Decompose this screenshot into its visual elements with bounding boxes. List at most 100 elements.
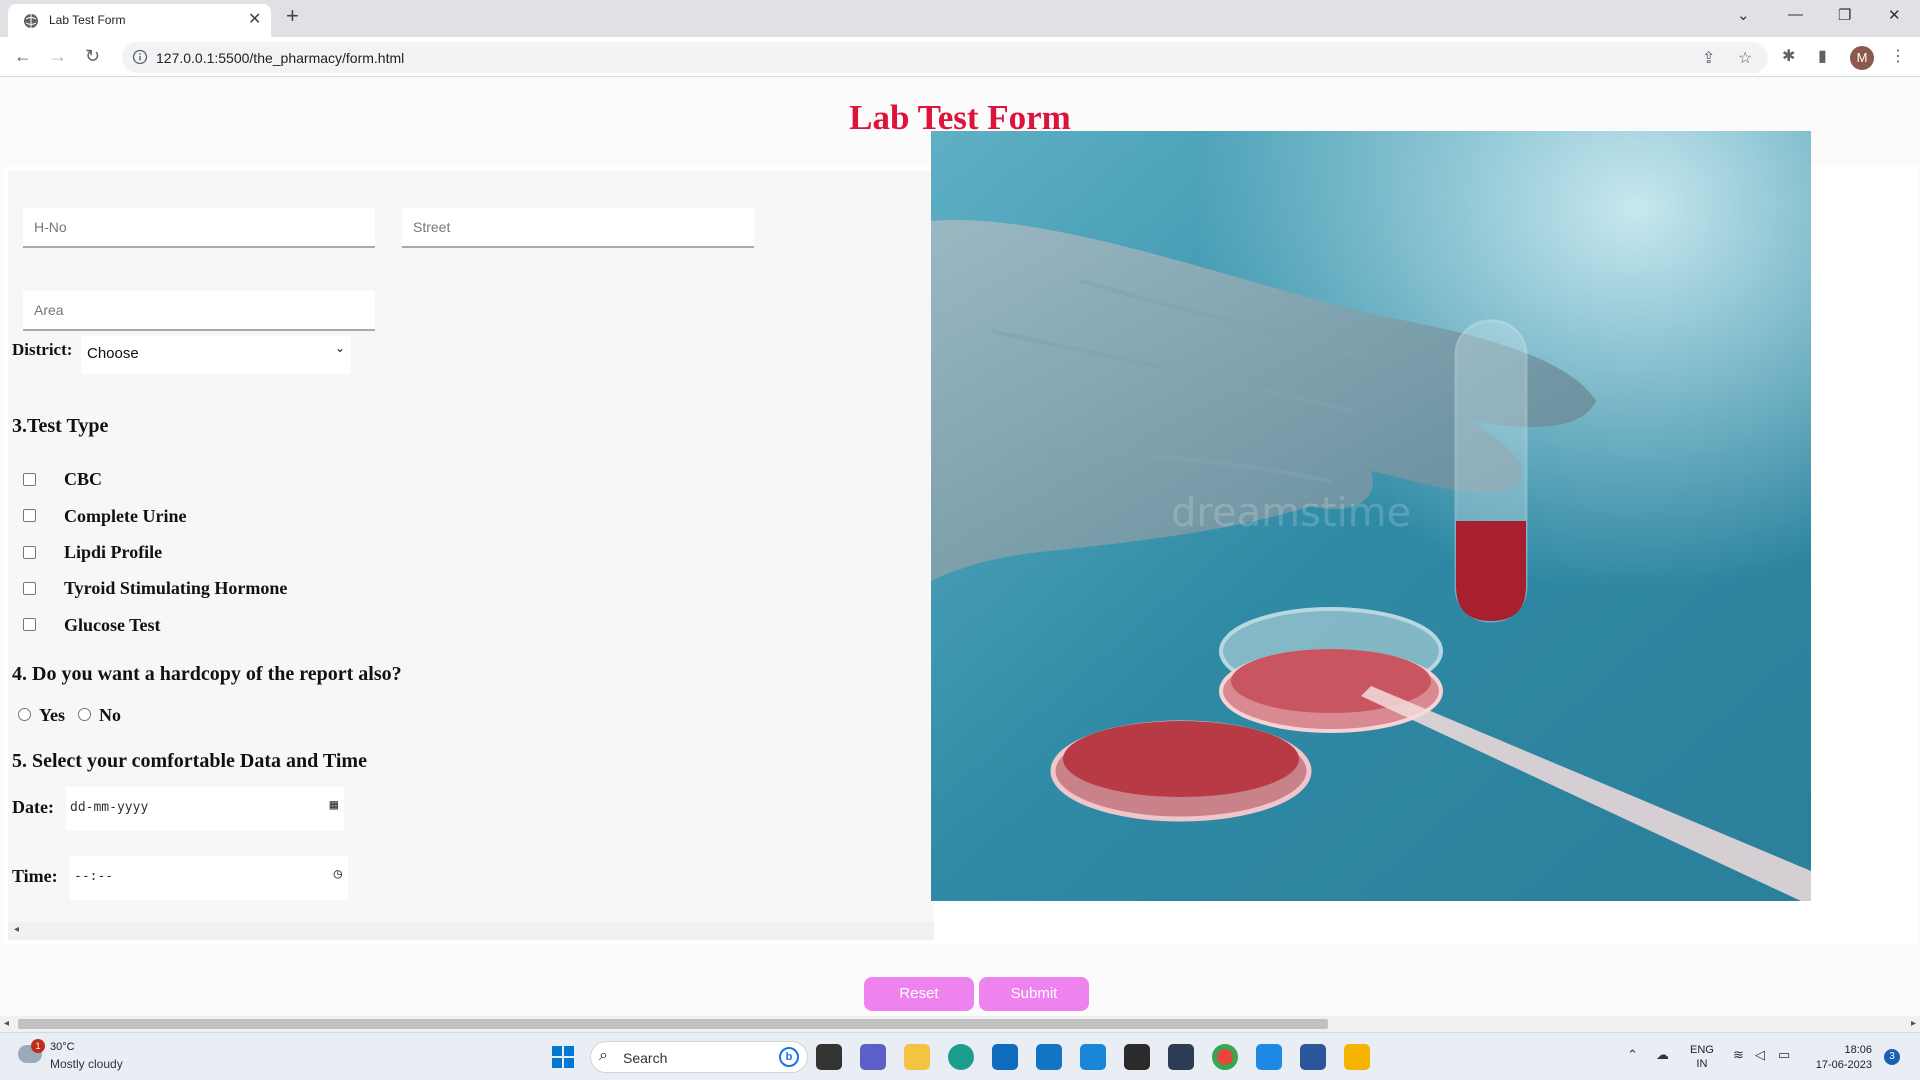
time-input[interactable]: --:-- ◷ — [70, 856, 348, 900]
district-label: District: — [12, 340, 73, 359]
notification-badge[interactable]: 3 — [1884, 1049, 1900, 1065]
language-indicator[interactable]: ENG IN — [1690, 1043, 1714, 1071]
site-info-icon[interactable] — [132, 49, 148, 65]
scroll-left-icon[interactable]: ◂ — [14, 924, 19, 935]
reload-icon[interactable]: ↻ — [85, 46, 100, 67]
vscode-icon[interactable] — [1256, 1044, 1282, 1070]
tab-search-icon[interactable]: ⌄ — [1737, 6, 1750, 24]
hardcopy-yes-label: Yes — [39, 705, 65, 725]
form-left-pane: District: Choose ⌄ 3.Test Type CBC Compl… — [8, 170, 934, 940]
form-horizontal-scrollbar[interactable]: ◂ — [8, 922, 934, 940]
task-view-icon[interactable] — [816, 1044, 842, 1070]
wifi-icon[interactable]: ≋ — [1733, 1047, 1744, 1063]
taskbar-search[interactable]: ⌕ Search b — [590, 1041, 808, 1073]
time-label: Time: — [12, 866, 58, 886]
browser-tab[interactable]: Lab Test Form ✕ — [8, 4, 271, 37]
lab-test-image: dreamstime — [931, 131, 1811, 901]
date-input[interactable]: dd-mm-yyyy ▦ — [66, 787, 344, 831]
lang-code: ENG — [1690, 1044, 1714, 1056]
search-icon: ⌕ — [599, 1047, 608, 1064]
complete-urine-checkbox[interactable] — [23, 509, 36, 522]
volume-icon[interactable]: ◁ — [1755, 1047, 1765, 1063]
back-icon[interactable]: ← — [14, 46, 32, 67]
lipid-profile-label: Lipdi Profile — [64, 542, 163, 562]
tsh-checkbox[interactable] — [23, 582, 36, 595]
time-value: --:-- — [74, 869, 114, 884]
close-tab-icon[interactable]: ✕ — [248, 9, 261, 29]
chevron-up-icon[interactable]: ⌃ — [1627, 1047, 1638, 1063]
page-viewport: Lab Test Form District: Choose ⌄ 3.Test … — [0, 78, 1920, 1016]
search-label: Search — [623, 1050, 668, 1066]
minimize-icon[interactable]: — — [1788, 6, 1803, 23]
zoom-icon[interactable] — [1080, 1044, 1106, 1070]
onedrive-icon[interactable]: ☁ — [1656, 1047, 1669, 1063]
glucose-test-label: Glucose Test — [64, 615, 161, 635]
edge-icon[interactable] — [948, 1044, 974, 1070]
watermark-text: dreamstime — [1171, 490, 1411, 536]
hardcopy-no-radio[interactable] — [78, 708, 91, 721]
address-bar[interactable]: 127.0.0.1:5500/the_pharmacy/form.html ⇪ … — [122, 42, 1768, 73]
terminal-icon[interactable] — [1168, 1044, 1194, 1070]
date-label: Date: — [12, 797, 54, 817]
tab-title: Lab Test Form — [49, 13, 126, 27]
mail-icon[interactable] — [992, 1044, 1018, 1070]
windows-start-icon[interactable] — [550, 1044, 576, 1070]
weather-temp: 30°C — [50, 1041, 75, 1053]
l-app-icon[interactable] — [1036, 1044, 1062, 1070]
page-horizontal-scrollbar[interactable]: ◂ ▸ — [0, 1016, 1920, 1032]
cbc-checkbox[interactable] — [23, 473, 36, 486]
complete-urine-label: Complete Urine — [64, 506, 187, 526]
district-selected: Choose — [87, 345, 139, 362]
chevron-down-icon: ⌄ — [334, 341, 345, 355]
bookmark-star-icon[interactable]: ☆ — [1738, 48, 1752, 68]
restore-icon[interactable]: ❐ — [1838, 6, 1851, 24]
district-select[interactable]: Choose ⌄ — [81, 336, 351, 374]
side-panel-icon[interactable]: ▮ — [1818, 46, 1827, 66]
file-explorer-icon[interactable] — [904, 1044, 930, 1070]
url-text: 127.0.0.1:5500/the_pharmacy/form.html — [156, 50, 405, 66]
close-window-icon[interactable]: ✕ — [1888, 6, 1901, 24]
extensions-icon[interactable]: ✱ — [1782, 46, 1795, 66]
scroll-right-icon[interactable]: ▸ — [1911, 1018, 1916, 1029]
test-type-heading: 3.Test Type — [12, 415, 109, 437]
browser-toolbar: ← → ↻ 127.0.0.1:5500/the_pharmacy/form.h… — [0, 37, 1920, 77]
clock-date: 17-06-2023 — [1815, 1059, 1872, 1071]
street-input[interactable] — [402, 208, 754, 248]
chrome-icon[interactable] — [1212, 1044, 1238, 1070]
weather-badge: 1 — [31, 1039, 45, 1053]
hardcopy-heading: 4. Do you want a hardcopy of the report … — [12, 663, 402, 685]
browser-tab-bar: Lab Test Form ✕ + ⌄ — ❐ ✕ — [0, 0, 1920, 37]
tsh-label: Tyroid Stimulating Hormone — [64, 578, 288, 598]
scroll-left-icon[interactable]: ◂ — [4, 1018, 9, 1029]
profile-avatar[interactable]: M — [1850, 46, 1874, 70]
schedule-heading: 5. Select your comfortable Data and Time — [12, 750, 367, 772]
submit-button[interactable]: Submit — [979, 977, 1089, 1011]
intellij-icon[interactable] — [1124, 1044, 1150, 1070]
app-icon[interactable] — [1344, 1044, 1370, 1070]
new-tab-icon[interactable]: + — [286, 3, 299, 29]
menu-kebab-icon[interactable]: ⋮ — [1890, 46, 1906, 66]
word-icon[interactable] — [1300, 1044, 1326, 1070]
battery-icon[interactable]: ▭ — [1778, 1047, 1790, 1063]
bing-icon[interactable]: b — [779, 1047, 799, 1067]
cbc-label: CBC — [64, 469, 103, 489]
forward-icon[interactable]: → — [49, 46, 67, 67]
hardcopy-yes-radio[interactable] — [18, 708, 31, 721]
glucose-test-checkbox[interactable] — [23, 618, 36, 631]
scrollbar-thumb[interactable] — [18, 1019, 1328, 1029]
date-value: dd-mm-yyyy — [70, 800, 149, 815]
clock-time: 18:06 — [1844, 1044, 1872, 1056]
globe-icon — [24, 14, 38, 28]
calendar-icon[interactable]: ▦ — [330, 797, 338, 813]
system-clock[interactable]: 18:06 17-06-2023 — [1808, 1043, 1872, 1073]
teams-icon[interactable] — [860, 1044, 886, 1070]
area-input[interactable] — [23, 291, 375, 331]
lang-region: IN — [1696, 1058, 1708, 1070]
share-icon[interactable]: ⇪ — [1702, 48, 1715, 68]
reset-button[interactable]: Reset — [864, 977, 974, 1011]
lipid-profile-checkbox[interactable] — [23, 546, 36, 559]
clock-icon[interactable]: ◷ — [334, 866, 342, 882]
hno-input[interactable] — [23, 208, 375, 248]
weather-desc: Mostly cloudy — [50, 1057, 123, 1071]
hardcopy-no-label: No — [99, 705, 121, 725]
